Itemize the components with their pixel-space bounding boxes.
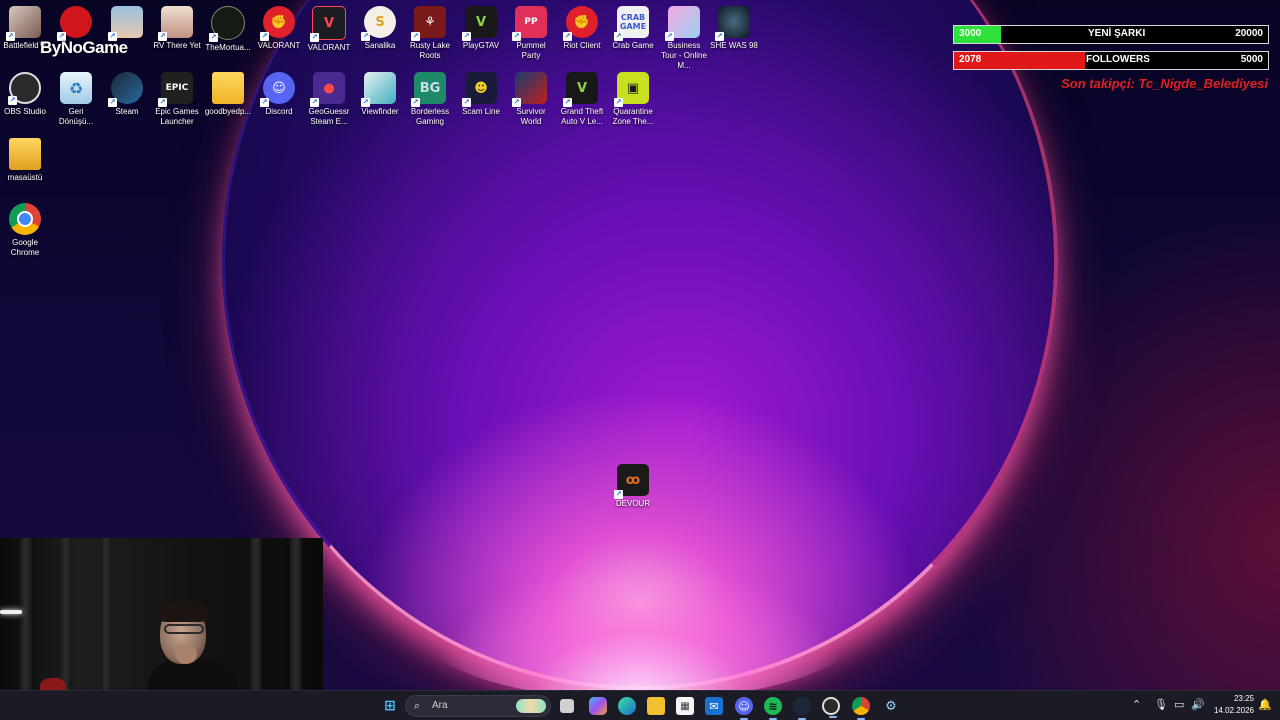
desktop-icon-discord[interactable]: ☺ ↗ Discord (254, 70, 304, 117)
network-icon[interactable]: ▭ (1174, 698, 1184, 711)
follower-goal-current: 2078 (959, 54, 982, 65)
desktop-icon-she-was-98[interactable]: ↗ SHE WAS 98 (709, 4, 759, 51)
song-goal-bar: 3000 YENİ ŞARKI 20000 (953, 25, 1269, 44)
rusty-lake-icon: ⚘ ↗ (411, 6, 446, 41)
desktop-icon-pummel-party[interactable]: PP ↗ Pummel Party (506, 4, 556, 61)
desktop-icon-the-mortuary[interactable]: ↗ TheMortua... (203, 4, 253, 53)
song-goal-label: YENİ ŞARKI (1088, 28, 1146, 39)
desktop-icon-gta-v-legacy[interactable]: V ↗ Grand Theft Auto V Le... (557, 70, 607, 127)
valorant-icon: V ↗ (310, 6, 346, 42)
riot-client-icon: ✊ ↗ (563, 6, 598, 41)
crab-game-icon: CRAB GAME ↗ (614, 6, 649, 41)
folder-icon (9, 138, 41, 170)
recycle-bin-icon: ♻ (60, 72, 92, 104)
desktop-icon-rv-there-yet[interactable]: ↗ RV There Yet (152, 4, 202, 51)
she-was-98-icon: ↗ (715, 6, 750, 41)
desktop-icon-goodbyedp[interactable]: goodbyedp... (203, 70, 253, 117)
search-highlight-image (516, 699, 546, 713)
borderless-gaming-icon: BG ↗ (411, 72, 446, 107)
desktop-icon-playgtav[interactable]: V ↗ PlayGTAV (456, 4, 506, 51)
desktop-icon-borderless-gaming[interactable]: BG ↗ Borderless Gaming (405, 70, 455, 127)
scam-line-icon: ☻ ↗ (462, 72, 497, 107)
clock-date: 14.02.2026 (1213, 706, 1254, 715)
geoguessr-icon: ● ↗ (310, 72, 345, 107)
desktop-icon-survivor-world[interactable]: ↗ Survivor World (506, 70, 556, 127)
obs-icon[interactable] (822, 697, 840, 718)
desktop-icon-epic-games[interactable]: EPIC ↗ Epic Games Launcher (152, 70, 202, 127)
desktop-icon-scam-line[interactable]: ☻ ↗ Scam Line (456, 70, 506, 117)
follower-goal-target: 5000 (1240, 54, 1263, 65)
quarantine-zone-icon: ▣ ↗ (614, 72, 649, 107)
wallpaper-bottom-glow (420, 560, 860, 690)
taskbar-search-box[interactable]: ⌕ Ara (405, 695, 551, 717)
desktop-icon-valorant-riot[interactable]: ✊ ↗ VALORANT (254, 4, 304, 51)
song-goal-current: 3000 (959, 28, 982, 39)
latest-follower-text: Son takipçi: Tc_Nigde_Belediyesi (1061, 76, 1268, 91)
notification-icon[interactable]: 🔔 (1258, 698, 1272, 711)
desktop-icon-poster[interactable]: ↗ (102, 4, 152, 41)
pummel-party-icon: PP ↗ (512, 6, 547, 41)
desktop-icon-red-monster[interactable]: ↗ (51, 4, 101, 41)
follower-goal-label: FOLLOWERS (1086, 54, 1150, 65)
battlefield-icon: ↗ (6, 6, 41, 41)
chrome-icon[interactable] (852, 697, 870, 720)
discord-icon: ☺ ↗ (260, 72, 295, 107)
obs-icon: ↗ (8, 72, 41, 105)
poster-game-icon: ↗ (108, 6, 143, 41)
file-explorer-icon[interactable] (647, 697, 665, 715)
gta-v-legacy-icon: V ↗ (563, 72, 598, 107)
bynogame-logo: ByNoGame (40, 38, 128, 57)
desktop-icon-quarantine-zone[interactable]: ▣ ↗ Quarantine Zone The... (608, 70, 658, 127)
desktop-icon-sanalika[interactable]: S ↗ Sanalika (355, 4, 405, 51)
speaker-icon[interactable]: 🔊 (1191, 698, 1205, 711)
folder-icon (212, 72, 244, 104)
devour-icon: ꝏ ↗ (614, 464, 649, 499)
desktop-icon-crab-game[interactable]: CRAB GAME ↗ Crab Game (608, 4, 658, 51)
follower-goal-bar: 2078 FOLLOWERS 5000 (953, 51, 1269, 70)
song-goal-target: 20000 (1235, 28, 1263, 39)
desktop-icon-rusty-lake[interactable]: ⚘ ↗ Rusty Lake Roots (405, 4, 455, 61)
rv-there-yet-icon: ↗ (158, 6, 193, 41)
edge-icon[interactable] (618, 697, 636, 715)
desktop-icon-valorant[interactable]: V ↗ VALORANT (304, 4, 354, 53)
search-placeholder: Ara (432, 700, 448, 711)
desktop-icon-google-chrome[interactable]: Google Chrome (0, 201, 50, 258)
desktop-icon-steam[interactable]: ↗ Steam (102, 70, 152, 117)
desktop-icon-masaustu[interactable]: masaüstü (0, 136, 50, 183)
desktop-icon-devour[interactable]: ꝏ ↗ DEVOUR (608, 462, 658, 509)
desktop-icon-recycle-bin[interactable]: ♻ Geri Dönüşü... (51, 70, 101, 127)
riot-fist-icon: ✊ ↗ (260, 6, 295, 41)
desktop-icon-obs[interactable]: ↗ OBS Studio (0, 70, 50, 117)
epic-games-icon: EPIC ↗ (158, 72, 193, 107)
sanalika-icon: S ↗ (361, 6, 396, 41)
the-mortuary-icon: ↗ (209, 6, 245, 42)
red-monster-icon: ↗ (57, 6, 92, 41)
search-icon: ⌕ (414, 699, 421, 712)
taskbar: ⊞ ⌕ Ara ▦ ✉ ☺ ≋ ⚙ ⌃ 🎙 ▭ 🔊 23:25 14.02.20… (0, 690, 1280, 720)
viewfinder-icon: ↗ (361, 72, 396, 107)
settings-gear-icon[interactable]: ⚙ (882, 697, 900, 715)
business-tour-icon: ↗ (665, 6, 700, 41)
steam-icon: ↗ (108, 72, 143, 107)
desktop-icon-geoguessr[interactable]: ● ↗ GeoGuessr Steam E... (304, 70, 354, 127)
clock-time: 23:25 (1233, 694, 1254, 703)
gtav-icon: V ↗ (462, 6, 497, 41)
chevron-up-icon[interactable]: ⌃ (1132, 698, 1141, 711)
store-icon[interactable]: ▦ (676, 697, 694, 715)
copilot-icon[interactable] (589, 697, 607, 715)
chrome-icon (9, 203, 41, 235)
steam-icon[interactable] (793, 697, 811, 720)
desktop-icon-business-tour[interactable]: ↗ Business Tour - Online M... (659, 4, 709, 71)
desktop-icon-viewfinder[interactable]: ↗ Viewfinder (355, 70, 405, 117)
microphone-icon[interactable]: 🎙 (1154, 698, 1168, 711)
mail-icon[interactable]: ✉ (705, 697, 723, 715)
windows-start-icon[interactable]: ⊞ (381, 697, 399, 715)
spotify-icon[interactable]: ≋ (764, 697, 782, 720)
discord-icon[interactable]: ☺ (735, 697, 753, 720)
survivor-world-icon: ↗ (512, 72, 547, 107)
taskbar-clock[interactable]: 23:25 14.02.2026 (1206, 693, 1254, 717)
task-view-icon[interactable] (560, 699, 574, 713)
desktop-icon-riot-client[interactable]: ✊ ↗ Riot Client (557, 4, 607, 51)
